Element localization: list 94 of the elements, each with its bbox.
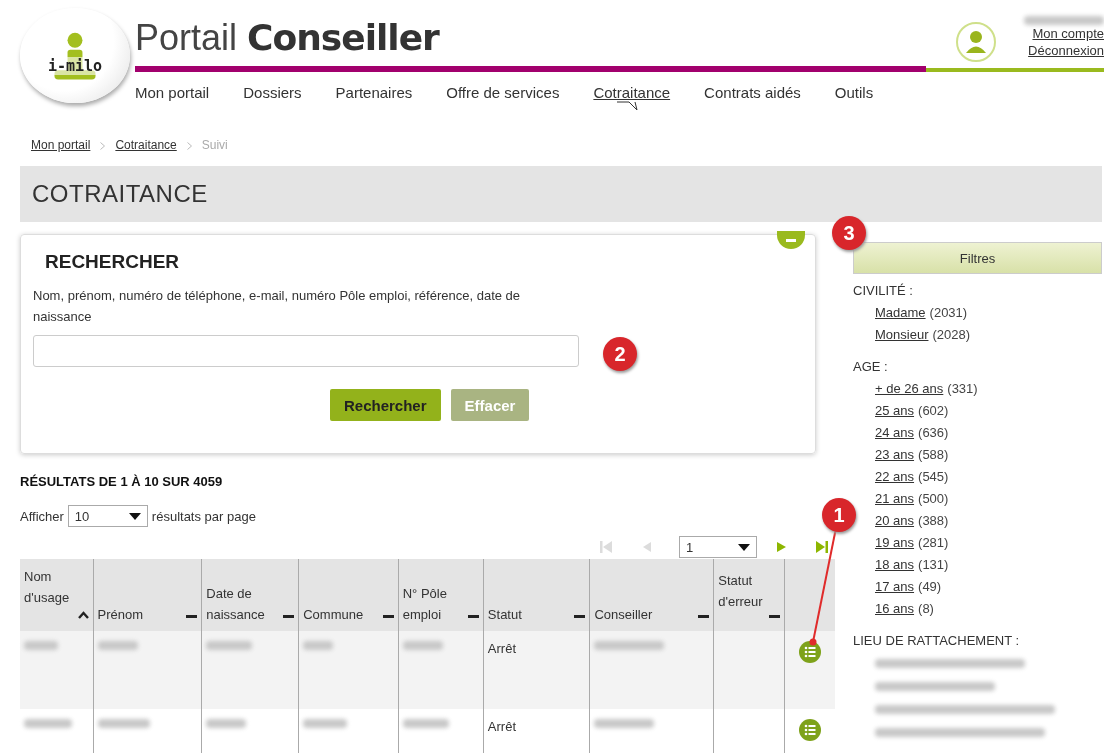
dropdown-caret-icon[interactable] (128, 512, 141, 520)
avatar-icon (956, 22, 996, 62)
sort-icon[interactable] (283, 615, 295, 619)
column-header[interactable]: Statut (483, 559, 590, 631)
filter-link[interactable]: 23 ans (875, 444, 915, 466)
sort-ascending-icon[interactable] (77, 611, 89, 619)
sort-icon[interactable] (186, 615, 198, 619)
blurred-text (303, 641, 334, 650)
column-header[interactable]: Date de naissance (201, 559, 299, 631)
nav-tab[interactable]: Contrats aidés (704, 84, 801, 102)
filter-group-label: LIEU DE RATTACHEMENT : (853, 632, 1021, 650)
per-page-label: résultats par page (151, 508, 256, 524)
filter-count: (2028) (932, 326, 971, 344)
sort-icon[interactable] (698, 615, 710, 619)
filter-link[interactable]: Madame (875, 302, 926, 324)
blurred-text (97, 641, 138, 650)
collapse-toggle[interactable] (777, 231, 805, 249)
filter-link[interactable]: 24 ans (875, 422, 915, 444)
filter-link[interactable]: 18 ans (875, 554, 915, 576)
account-link[interactable]: Déconnexion (1028, 42, 1104, 59)
account-link[interactable]: Mon compte (1032, 25, 1104, 42)
column-header[interactable]: Nom d'usage (20, 559, 94, 631)
blurred-text (206, 719, 247, 728)
filter-count: (636) (918, 424, 949, 442)
filter-count: (545) (918, 468, 949, 486)
filter-count: (500) (918, 490, 949, 508)
blurred-text (24, 719, 72, 728)
nav-tab[interactable]: Cotraitance (593, 84, 671, 111)
filter-group-label: AGE : (853, 358, 889, 376)
filter-link[interactable]: 21 ans (875, 488, 915, 510)
filter-link[interactable]: 16 ans (875, 598, 915, 620)
breadcrumb-link[interactable]: Mon portail (31, 138, 91, 152)
table-cell: Arrêt (483, 709, 590, 753)
annotation-badge: 1 (822, 498, 856, 532)
column-header[interactable]: N° Pôle emploi (398, 559, 484, 631)
nav-tab[interactable]: Dossiers (243, 84, 302, 102)
filter-link[interactable]: 22 ans (875, 466, 915, 488)
chevron-icon (186, 142, 192, 150)
breadcrumb-link[interactable]: Cotraitance (115, 138, 177, 152)
breadcrumb-current: Suivi (201, 138, 228, 152)
blurred-text (402, 641, 443, 650)
sort-icon[interactable] (467, 615, 479, 619)
search-field[interactable] (33, 335, 579, 367)
column-header[interactable]: Commune (298, 559, 399, 631)
filter-count: (588) (918, 446, 949, 464)
nav-tab[interactable]: Mon portail (135, 84, 210, 102)
filter-count: (2031) (929, 304, 968, 322)
dropdown-caret-icon[interactable] (738, 543, 750, 551)
sort-icon[interactable] (382, 615, 394, 619)
filter-link[interactable]: 20 ans (875, 510, 915, 532)
blurred-text (594, 719, 655, 728)
blurred-text (594, 641, 665, 650)
page-select[interactable]: 1 (679, 536, 757, 558)
column-header[interactable]: Prénom (93, 559, 202, 631)
search-button[interactable]: Rechercher (330, 389, 441, 421)
filter-link[interactable]: 17 ans (875, 576, 915, 598)
filter-count: (131) (918, 556, 949, 574)
filter-count: (49) (918, 578, 942, 596)
filter-count: (331) (947, 380, 978, 398)
filter-link[interactable]: 25 ans (875, 400, 915, 422)
logo-text: i-milo (47, 56, 103, 75)
annotation-badge: 2 (603, 337, 637, 371)
page-title: COTRAITANCE (32, 180, 208, 208)
sort-icon[interactable] (574, 615, 586, 619)
filter-link[interactable]: Monsieur (875, 324, 929, 346)
search-hint: Nom, prénom, numéro de téléphone, e-mail, numéro Pôle emploi, référence, date de naissance (33, 287, 522, 326)
filters-header[interactable]: Filtres (853, 242, 1102, 274)
sort-icon[interactable] (769, 615, 781, 619)
page-size-select[interactable]: 10 (67, 505, 148, 527)
results-title: RÉSULTATS DE 1 À 10 SUR 4059 (20, 474, 224, 489)
details-list-icon[interactable] (799, 641, 822, 663)
filter-count: (388) (918, 512, 949, 530)
column-header[interactable]: Conseiller (589, 559, 714, 631)
filter-link[interactable]: 19 ans (875, 532, 915, 554)
nav-tab[interactable]: Offre de services (446, 84, 560, 102)
filter-count: (602) (918, 402, 949, 420)
blurred-text (97, 719, 150, 728)
table-cell: Arrêt (483, 631, 590, 709)
blurred-text (303, 719, 348, 728)
filter-count: (281) (918, 534, 949, 552)
search-title: RECHERCHER (45, 251, 181, 273)
nav-tab[interactable]: Partenaires (335, 84, 413, 102)
blurred-text (402, 719, 449, 728)
nav-tab[interactable]: Outils (834, 84, 874, 102)
portal-title: Portail Conseiller (135, 18, 439, 58)
filter-count: (8) (918, 600, 934, 618)
blurred-text (206, 641, 253, 650)
chevron-icon (100, 142, 106, 150)
show-label: Afficher (20, 508, 64, 524)
filter-link[interactable]: + de 26 ans (875, 378, 944, 400)
filter-group-label: CIVILITÉ : (853, 282, 914, 300)
details-list-icon[interactable] (799, 719, 822, 741)
blurred-text (24, 641, 58, 650)
column-header[interactable]: Statut d'erreur (713, 559, 785, 631)
